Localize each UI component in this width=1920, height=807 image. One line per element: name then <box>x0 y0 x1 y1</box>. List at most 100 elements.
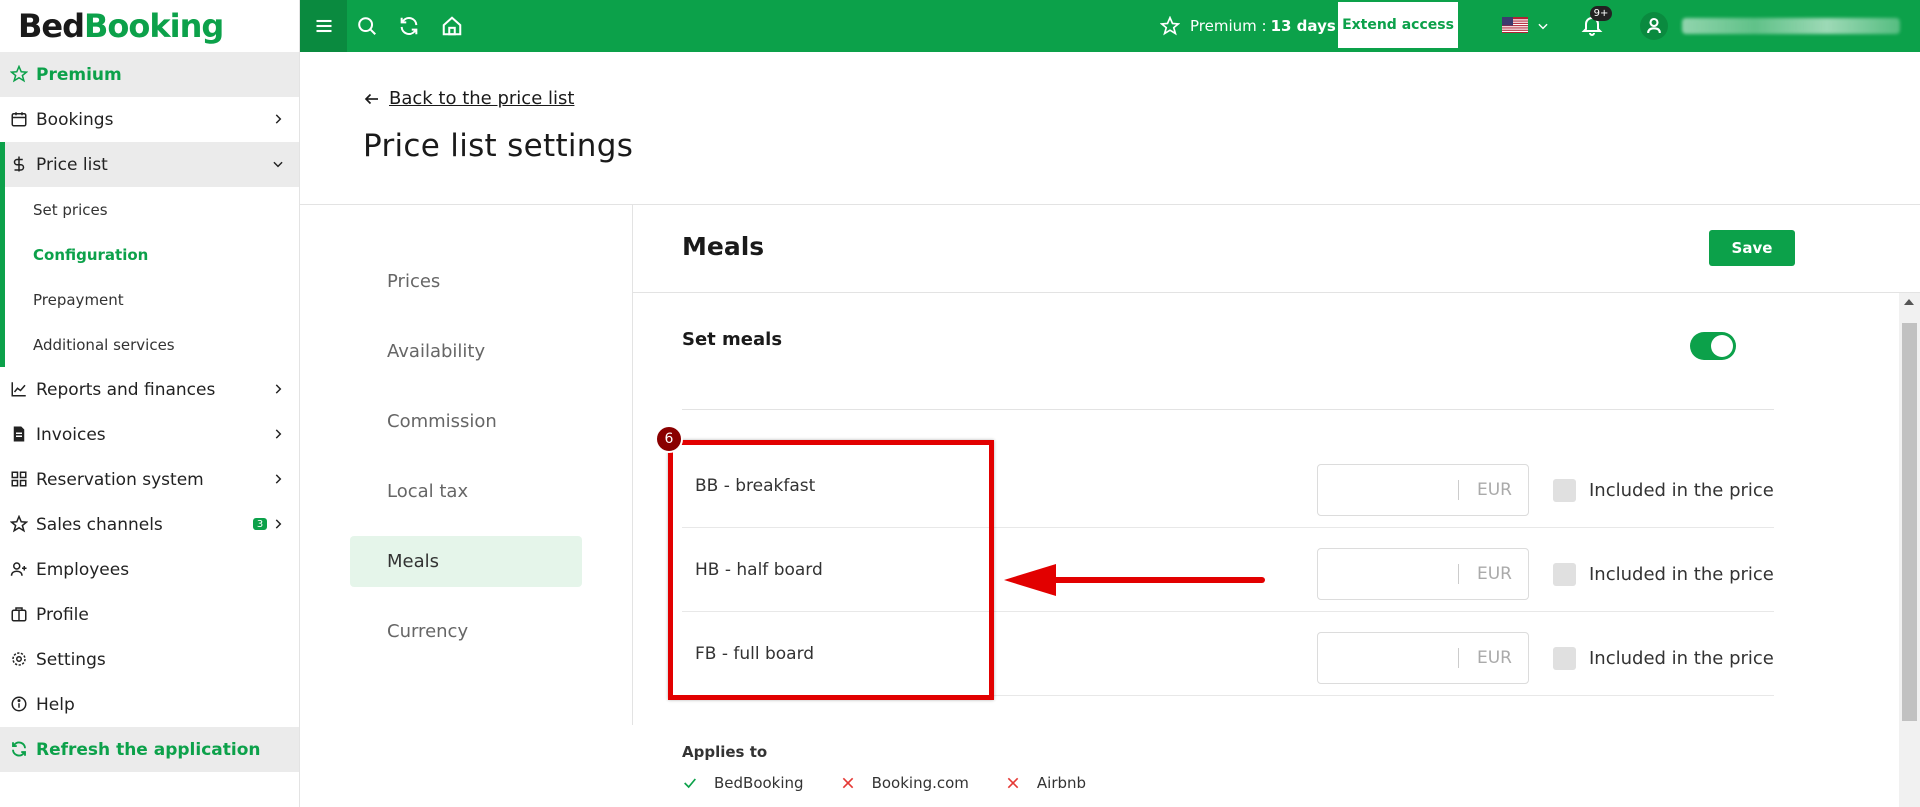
sidebar-item-label: Price list <box>36 154 108 175</box>
sidebar-item-help[interactable]: Help <box>0 682 299 727</box>
logo-text-bed: Bed <box>18 7 85 45</box>
set-meals-label: Set meals <box>682 329 783 350</box>
sidebar-item-employees[interactable]: Employees <box>0 547 299 592</box>
scroll-up-arrow-icon[interactable] <box>1904 299 1914 305</box>
star-icon <box>10 515 28 533</box>
check-icon <box>684 778 696 789</box>
avatar[interactable] <box>1640 12 1668 40</box>
tab-currency[interactable]: Currency <box>350 606 582 657</box>
us-flag-icon[interactable] <box>1502 17 1528 33</box>
gear-icon <box>12 652 26 666</box>
sidebar-item-price-list[interactable]: Price list <box>0 142 299 187</box>
sidebar-item-label: Bookings <box>36 109 114 130</box>
included-checkbox[interactable] <box>1553 647 1576 670</box>
chevron-right-icon <box>275 519 282 529</box>
channel-airbnb: Airbnb <box>1005 774 1086 792</box>
notification-badge: 9+ <box>1590 6 1612 21</box>
menu-toggle-button[interactable] <box>300 0 347 52</box>
logo[interactable]: Bed Booking <box>0 0 299 52</box>
extend-access-button[interactable]: Extend access <box>1338 2 1458 48</box>
scrollbar-thumb[interactable] <box>1902 323 1917 721</box>
panel-vertical-divider <box>632 205 633 725</box>
sidebar-item-label: Sales channels <box>36 514 163 535</box>
sidebar-item-reservation-system[interactable]: Reservation system <box>0 457 299 502</box>
close-icon <box>1007 777 1019 789</box>
premium-status[interactable]: Premium : 13 days <box>1160 0 1336 52</box>
sidebar-subitem-additional-services[interactable]: Additional services <box>0 322 299 367</box>
applies-to-list: BedBooking Booking.com Airbnb <box>682 774 1122 792</box>
logo-text-booking: Booking <box>84 7 224 45</box>
sidebar-item-reports[interactable]: Reports and finances <box>0 367 299 412</box>
scrollbar[interactable] <box>1899 293 1920 807</box>
sidebar-item-label: Reservation system <box>36 469 204 490</box>
calendar-icon <box>11 112 27 127</box>
currency-label: EUR <box>1477 648 1512 668</box>
meal-price-field[interactable]: EUR <box>1317 548 1529 600</box>
annotation-highlight-box <box>668 440 994 700</box>
sidebar-item-label: Invoices <box>36 424 106 445</box>
annotation-step-badge: 6 <box>655 425 683 453</box>
currency-label: EUR <box>1477 480 1512 500</box>
hamburger-icon <box>316 19 331 33</box>
included-checkbox[interactable] <box>1553 563 1576 586</box>
channel-name: Booking.com <box>871 774 969 792</box>
meal-price-input[interactable] <box>1326 641 1456 675</box>
meal-price-field[interactable]: EUR <box>1317 632 1529 684</box>
chevron-down-icon[interactable] <box>1536 19 1550 33</box>
info-icon <box>11 696 27 712</box>
arrow-left-icon <box>364 93 378 104</box>
user-icon <box>1647 17 1661 34</box>
building-icon <box>11 607 27 622</box>
meal-price-input[interactable] <box>1326 473 1456 507</box>
premium-label: Premium : <box>1190 17 1267 35</box>
user-name-blurred[interactable] <box>1682 18 1900 34</box>
applies-to-label: Applies to <box>682 743 768 761</box>
dollar-icon <box>13 156 25 172</box>
chevron-right-icon <box>275 114 282 124</box>
sidebar: Bed Booking Premium Bookings Price list S… <box>0 0 300 807</box>
page-title: Price list settings <box>363 128 634 164</box>
sidebar-subitem-prepayment[interactable]: Prepayment <box>0 277 299 322</box>
grid-icon <box>11 471 27 487</box>
chart-icon <box>11 382 26 397</box>
close-icon <box>842 777 853 789</box>
tab-availability[interactable]: Availability <box>350 326 582 377</box>
tab-local-tax[interactable]: Local tax <box>350 466 582 517</box>
section-divider <box>633 292 1920 293</box>
chevron-down-icon <box>273 161 283 168</box>
sidebar-subitem-configuration[interactable]: Configuration <box>0 232 299 277</box>
premium-days: 13 days <box>1270 17 1336 35</box>
chevron-right-icon <box>275 384 282 394</box>
sidebar-item-label: Premium <box>36 64 122 85</box>
sidebar-item-refresh[interactable]: Refresh the application <box>0 727 299 772</box>
set-meals-toggle[interactable] <box>1690 332 1736 360</box>
sidebar-subitem-set-prices[interactable]: Set prices <box>0 187 299 232</box>
annotation-arrow-icon <box>1004 564 1265 596</box>
back-to-price-list-link[interactable]: Back to the price list <box>363 88 574 109</box>
tab-prices[interactable]: Prices <box>350 256 582 307</box>
section-title: Meals <box>682 232 765 261</box>
sidebar-item-settings[interactable]: Settings <box>0 637 299 682</box>
sidebar-item-bookings[interactable]: Bookings <box>0 97 299 142</box>
refresh-icon[interactable] <box>398 15 420 37</box>
tab-commission[interactable]: Commission <box>350 396 582 447</box>
sidebar-item-invoices[interactable]: Invoices <box>0 412 299 457</box>
meals-divider <box>682 409 1774 410</box>
sidebar-item-sales-channels[interactable]: Sales channels 3 <box>0 502 299 547</box>
sidebar-item-premium[interactable]: Premium <box>0 52 299 97</box>
save-button[interactable]: Save <box>1709 230 1795 266</box>
field-separator <box>1458 648 1459 668</box>
meal-price-field[interactable]: EUR <box>1317 464 1529 516</box>
sidebar-item-label: Profile <box>36 604 89 625</box>
home-icon[interactable] <box>441 15 463 37</box>
sidebar-item-profile[interactable]: Profile <box>0 592 299 637</box>
tab-meals[interactable]: Meals <box>350 536 582 587</box>
included-label: Included in the price <box>1589 480 1774 501</box>
search-icon[interactable] <box>356 15 378 37</box>
price-list-submenu: Set prices Configuration Prepayment Addi… <box>0 187 299 367</box>
sidebar-item-label: Refresh the application <box>36 739 261 760</box>
sidebar-item-label: Settings <box>36 649 106 670</box>
included-checkbox[interactable] <box>1553 479 1576 502</box>
meal-price-input[interactable] <box>1326 557 1456 591</box>
channel-name: Airbnb <box>1036 774 1087 792</box>
